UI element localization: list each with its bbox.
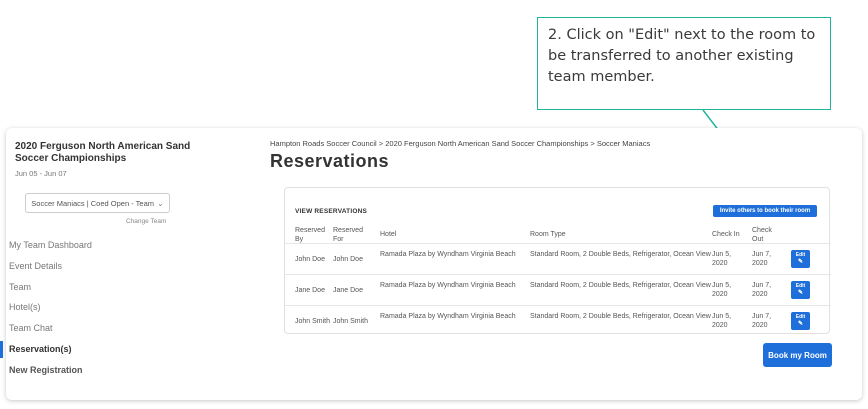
- sidebar: 2020 Ferguson North American Sand Soccer…: [0, 128, 206, 400]
- sidebar-item-hotels[interactable]: Hotel(s): [6, 297, 206, 318]
- reservations-panel: VIEW RESERVATIONS Invite others to book …: [284, 187, 831, 337]
- sidebar-item-my-team-dashboard[interactable]: My Team Dashboard: [6, 235, 206, 256]
- panel-label: VIEW RESERVATIONS: [295, 208, 368, 215]
- cell-reserved-for: Jane Doe: [333, 287, 363, 294]
- edit-button[interactable]: Edit ✎: [791, 312, 810, 330]
- table-row: John Smith John Smith Ramada Plaza by Wy…: [285, 306, 831, 337]
- sidebar-item-new-registration[interactable]: New Registration: [6, 360, 206, 381]
- change-team-link[interactable]: Change Team: [126, 218, 166, 225]
- table-row: Jane Doe Jane Doe Ramada Plaza by Wyndha…: [285, 275, 831, 306]
- sidebar-nav: My Team Dashboard Event Details Team Hot…: [0, 235, 206, 381]
- cell-room-type: Standard Room, 2 Double Beds, Refrigerat…: [530, 313, 711, 320]
- tutorial-callout: 2. Click on "Edit" next to the room to b…: [537, 17, 831, 110]
- column-header-reserved-by: Reserved By: [295, 227, 325, 243]
- cell-reserved-for: John Doe: [333, 256, 363, 263]
- column-header-reserved-for: Reserved For: [333, 227, 363, 243]
- cell-reserved-by: John Smith: [295, 318, 331, 325]
- cell-check-out: Jun 7, 2020: [752, 251, 772, 267]
- event-title: 2020 Ferguson North American Sand Soccer…: [15, 141, 191, 164]
- cell-check-in: Jun 5, 2020: [712, 282, 732, 298]
- cell-check-out: Jun 7, 2020: [752, 313, 772, 329]
- edit-button[interactable]: Edit ✎: [791, 250, 810, 268]
- cell-check-in: Jun 5, 2020: [712, 251, 732, 267]
- pencil-icon: ✎: [797, 321, 804, 327]
- team-select[interactable]: Soccer Maniacs | Coed Open - Team ⌄: [25, 193, 170, 213]
- cell-room-type: Standard Room, 2 Double Beds, Refrigerat…: [530, 251, 711, 258]
- edit-button-label: Edit: [795, 252, 806, 258]
- column-header-check-out: Check Out: [752, 227, 772, 243]
- cell-hotel: Ramada Plaza by Wyndham Virginia Beach: [380, 282, 516, 289]
- book-my-room-button[interactable]: Book my Room: [763, 343, 832, 367]
- callout-text: 2. Click on "Edit" next to the room to b…: [548, 27, 816, 85]
- sidebar-item-team-chat[interactable]: Team Chat: [6, 318, 206, 339]
- chevron-down-icon: ⌄: [157, 198, 164, 208]
- sidebar-item-reservations[interactable]: Reservation(s): [0, 339, 206, 360]
- sidebar-item-event-details[interactable]: Event Details: [6, 256, 206, 277]
- cell-reserved-by: Jane Doe: [295, 287, 325, 294]
- edit-button-label: Edit: [795, 314, 806, 320]
- event-dates: Jun 05 - Jun 07: [15, 169, 67, 178]
- main-card: 2020 Ferguson North American Sand Soccer…: [0, 128, 862, 400]
- cell-hotel: Ramada Plaza by Wyndham Virginia Beach: [380, 251, 516, 258]
- edit-button[interactable]: Edit ✎: [791, 281, 810, 299]
- cell-room-type: Standard Room, 2 Double Beds, Refrigerat…: [530, 282, 711, 289]
- column-header-check-in: Check In: [712, 231, 740, 238]
- cell-reserved-for: John Smith: [333, 318, 369, 325]
- team-select-value: Soccer Maniacs | Coed Open - Team: [31, 198, 154, 208]
- page-title: Reservations: [270, 151, 390, 171]
- sidebar-item-team[interactable]: Team: [6, 277, 206, 298]
- pencil-icon: ✎: [797, 259, 804, 265]
- table-row: John Doe John Doe Ramada Plaza by Wyndha…: [285, 244, 831, 275]
- pencil-icon: ✎: [797, 290, 804, 296]
- breadcrumb[interactable]: Hampton Roads Soccer Council > 2020 Ferg…: [270, 139, 650, 148]
- cell-check-out: Jun 7, 2020: [752, 282, 772, 298]
- cell-reserved-by: John Doe: [295, 256, 325, 263]
- cell-hotel: Ramada Plaza by Wyndham Virginia Beach: [380, 313, 516, 320]
- edit-button-label: Edit: [795, 283, 806, 289]
- column-header-hotel: Hotel: [380, 231, 397, 238]
- column-header-room-type: Room Type: [530, 231, 566, 238]
- cell-check-in: Jun 5, 2020: [712, 313, 732, 329]
- invite-others-button[interactable]: Invite others to book their room: [713, 205, 817, 217]
- table-header: Reserved By Reserved For Hotel Room Type…: [285, 222, 831, 244]
